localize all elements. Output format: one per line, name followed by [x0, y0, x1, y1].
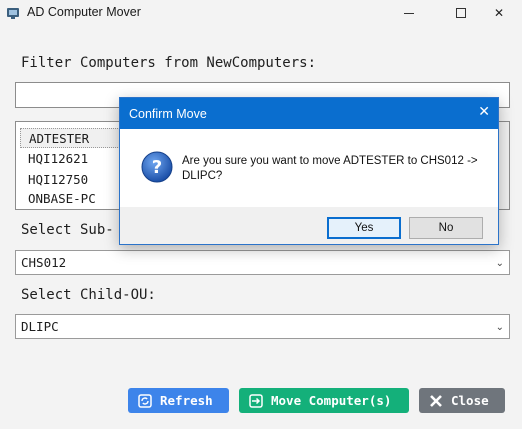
move-computers-button[interactable]: Move Computer(s) — [239, 388, 409, 413]
child-ou-value: DLIPC — [21, 319, 59, 334]
yes-button[interactable]: Yes — [327, 217, 401, 239]
dialog-title: Confirm Move — [129, 107, 207, 121]
child-ou-select[interactable]: DLIPC ⌄ — [15, 314, 510, 339]
filter-label: Filter Computers from NewComputers: — [21, 55, 317, 71]
chevron-down-icon: ⌄ — [495, 258, 504, 269]
sub-ou-label: Select Sub- — [21, 222, 114, 238]
confirm-dialog: Confirm Move ✕ ? Are you sure you want t… — [119, 97, 499, 245]
refresh-icon — [137, 393, 152, 408]
sub-ou-value: CHS012 — [21, 255, 67, 270]
minimize-button[interactable] — [386, 0, 432, 26]
close-icon: ✕ — [493, 6, 505, 20]
dialog-close-button[interactable]: ✕ — [478, 104, 490, 120]
refresh-button[interactable]: Refresh — [128, 388, 229, 413]
child-ou-label: Select Child-OU: — [21, 287, 156, 303]
move-icon — [248, 393, 263, 408]
question-icon: ? — [141, 151, 173, 183]
close-button[interactable]: Close — [419, 388, 505, 413]
svg-text:?: ? — [152, 157, 162, 178]
dialog-body: ? Are you sure you want to move ADTESTER… — [120, 129, 498, 207]
chevron-down-icon: ⌄ — [495, 322, 504, 333]
no-button[interactable]: No — [409, 217, 483, 239]
close-icon — [428, 393, 443, 408]
minimize-icon — [404, 12, 414, 14]
window-title: AD Computer Mover — [27, 5, 141, 19]
dialog-footer: Yes No — [120, 207, 498, 244]
maximize-icon — [456, 8, 466, 18]
app-icon — [7, 8, 19, 19]
dialog-message: Are you sure you want to move ADTESTER t… — [182, 155, 478, 182]
title-bar: AD Computer Mover ✕ — [0, 0, 522, 26]
sub-ou-select[interactable]: CHS012 ⌄ — [15, 250, 510, 275]
window-close-button[interactable]: ✕ — [476, 0, 522, 26]
dialog-title-bar: Confirm Move ✕ — [120, 98, 498, 129]
